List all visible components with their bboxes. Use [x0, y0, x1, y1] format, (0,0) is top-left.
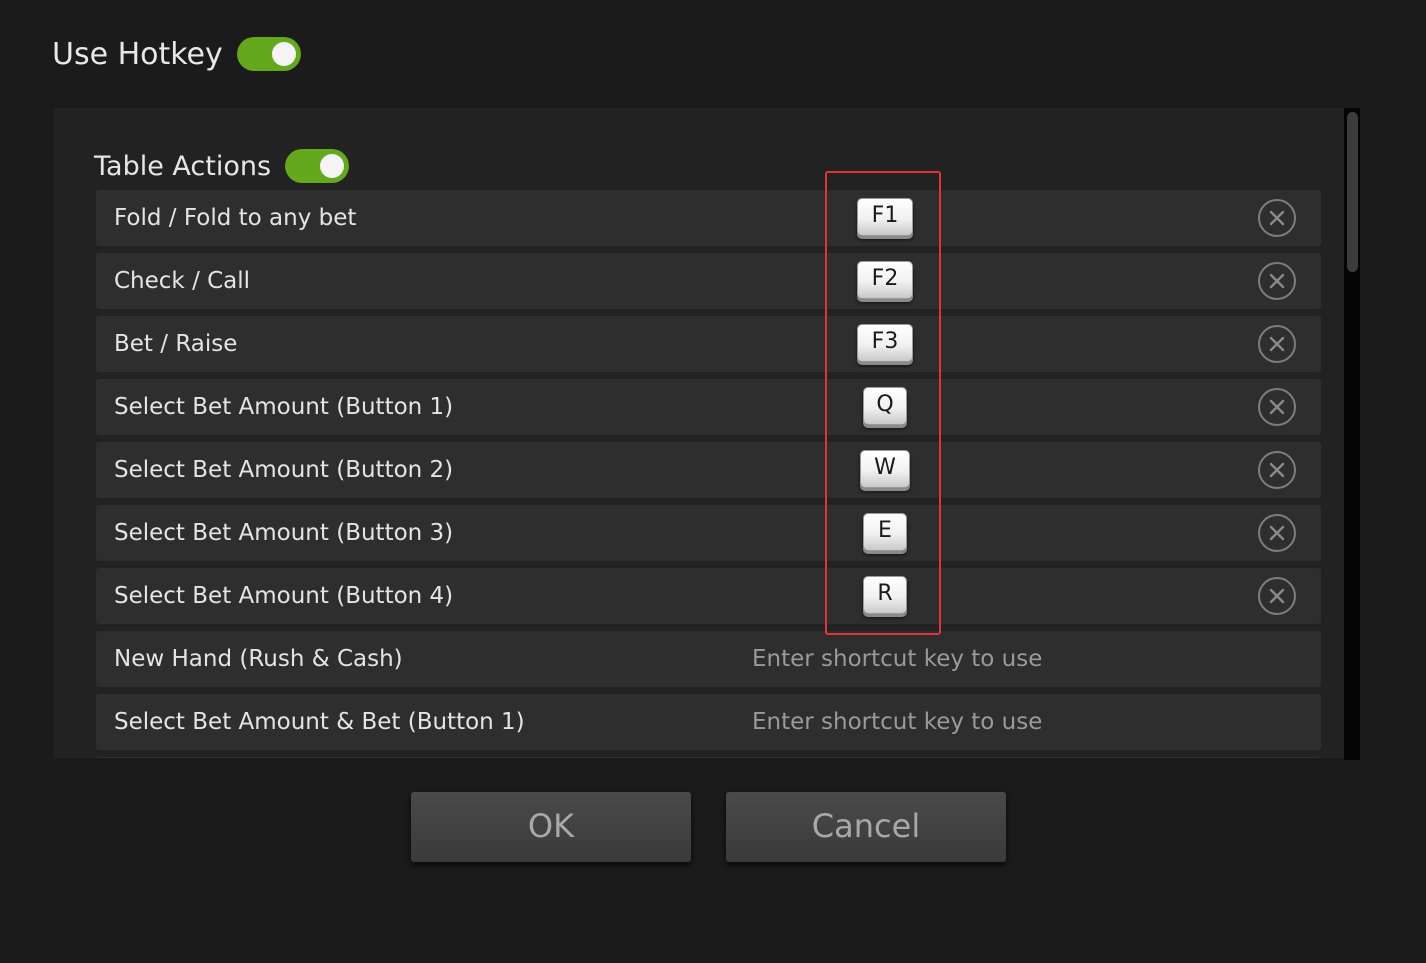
hotkey-keycap[interactable]: F1 [857, 198, 913, 236]
use-hotkey-label: Use Hotkey [52, 36, 223, 72]
hotkey-list-panel: Table Actions Fold / Fold to any bet F1 … [54, 108, 1360, 758]
hotkey-action-label: Select Bet Amount (Button 1) [114, 394, 454, 420]
hotkey-row-bet-amount-4[interactable]: Select Bet Amount (Button 4) R [96, 568, 1321, 624]
hotkey-row-check-call[interactable]: Check / Call F2 [96, 253, 1321, 309]
hotkey-keycap[interactable]: F3 [857, 324, 913, 362]
hotkey-action-label: Check / Call [114, 268, 251, 294]
close-icon [1269, 462, 1285, 478]
close-icon [1269, 336, 1285, 352]
close-icon [1269, 273, 1285, 289]
hotkey-action-label: Select Bet Amount (Button 4) [114, 583, 454, 609]
hotkey-action-label: Select Bet Amount & Bet (Button 1) [114, 709, 525, 735]
hotkey-row-bet-amount-1[interactable]: Select Bet Amount (Button 1) Q [96, 379, 1321, 435]
close-icon [1269, 399, 1285, 415]
hotkey-row-bet-amount-bet-1[interactable]: Select Bet Amount & Bet (Button 1) Enter… [96, 694, 1321, 750]
cancel-button[interactable]: Cancel [726, 792, 1006, 862]
use-hotkey-header: Use Hotkey [52, 32, 301, 76]
toggle-knob [320, 154, 345, 178]
toggle-knob [271, 42, 296, 66]
clear-hotkey-button[interactable] [1258, 514, 1296, 552]
close-icon [1269, 525, 1285, 541]
hotkey-action-label: Select Bet Amount (Button 2) [114, 457, 454, 483]
use-hotkey-toggle[interactable] [236, 37, 301, 71]
hotkey-row-bet-raise[interactable]: Bet / Raise F3 [96, 316, 1321, 372]
hotkey-keycap[interactable]: E [863, 513, 907, 551]
hotkey-row-partial [96, 757, 1321, 758]
clear-hotkey-button[interactable] [1258, 577, 1296, 615]
close-icon [1269, 588, 1285, 604]
ok-button[interactable]: OK [411, 792, 691, 862]
table-actions-header: Table Actions [94, 148, 350, 184]
hotkey-keycap[interactable]: F2 [857, 261, 913, 299]
clear-hotkey-button[interactable] [1258, 388, 1296, 426]
hotkey-row-fold[interactable]: Fold / Fold to any bet F1 [96, 190, 1321, 246]
clear-hotkey-button[interactable] [1258, 262, 1296, 300]
hotkey-action-label: New Hand (Rush & Cash) [114, 646, 403, 672]
hotkey-keycap[interactable]: Q [863, 387, 907, 425]
hotkey-action-label: Select Bet Amount (Button 3) [114, 520, 454, 546]
hotkey-row-new-hand[interactable]: New Hand (Rush & Cash) Enter shortcut ke… [96, 631, 1321, 687]
scrollbar[interactable] [1344, 108, 1360, 760]
hotkey-action-label: Fold / Fold to any bet [114, 205, 357, 231]
hotkey-row-bet-amount-2[interactable]: Select Bet Amount (Button 2) W [96, 442, 1321, 498]
hotkey-keycap[interactable]: W [860, 450, 910, 488]
shortcut-key-input[interactable]: Enter shortcut key to use [752, 631, 1042, 687]
hotkey-row-bet-amount-3[interactable]: Select Bet Amount (Button 3) E [96, 505, 1321, 561]
table-actions-label: Table Actions [94, 150, 272, 182]
hotkey-action-label: Bet / Raise [114, 331, 238, 357]
hotkey-rows: Fold / Fold to any bet F1 Check / Call F… [96, 190, 1321, 758]
scrollbar-thumb[interactable] [1347, 112, 1358, 272]
table-actions-toggle[interactable] [285, 149, 350, 183]
shortcut-key-input[interactable]: Enter shortcut key to use [752, 694, 1042, 750]
close-icon [1269, 210, 1285, 226]
clear-hotkey-button[interactable] [1258, 325, 1296, 363]
clear-hotkey-button[interactable] [1258, 451, 1296, 489]
hotkey-keycap[interactable]: R [863, 576, 907, 614]
clear-hotkey-button[interactable] [1258, 199, 1296, 237]
hotkey-settings-dialog: Use Hotkey Table Actions Fold / Fold to … [0, 0, 1426, 963]
